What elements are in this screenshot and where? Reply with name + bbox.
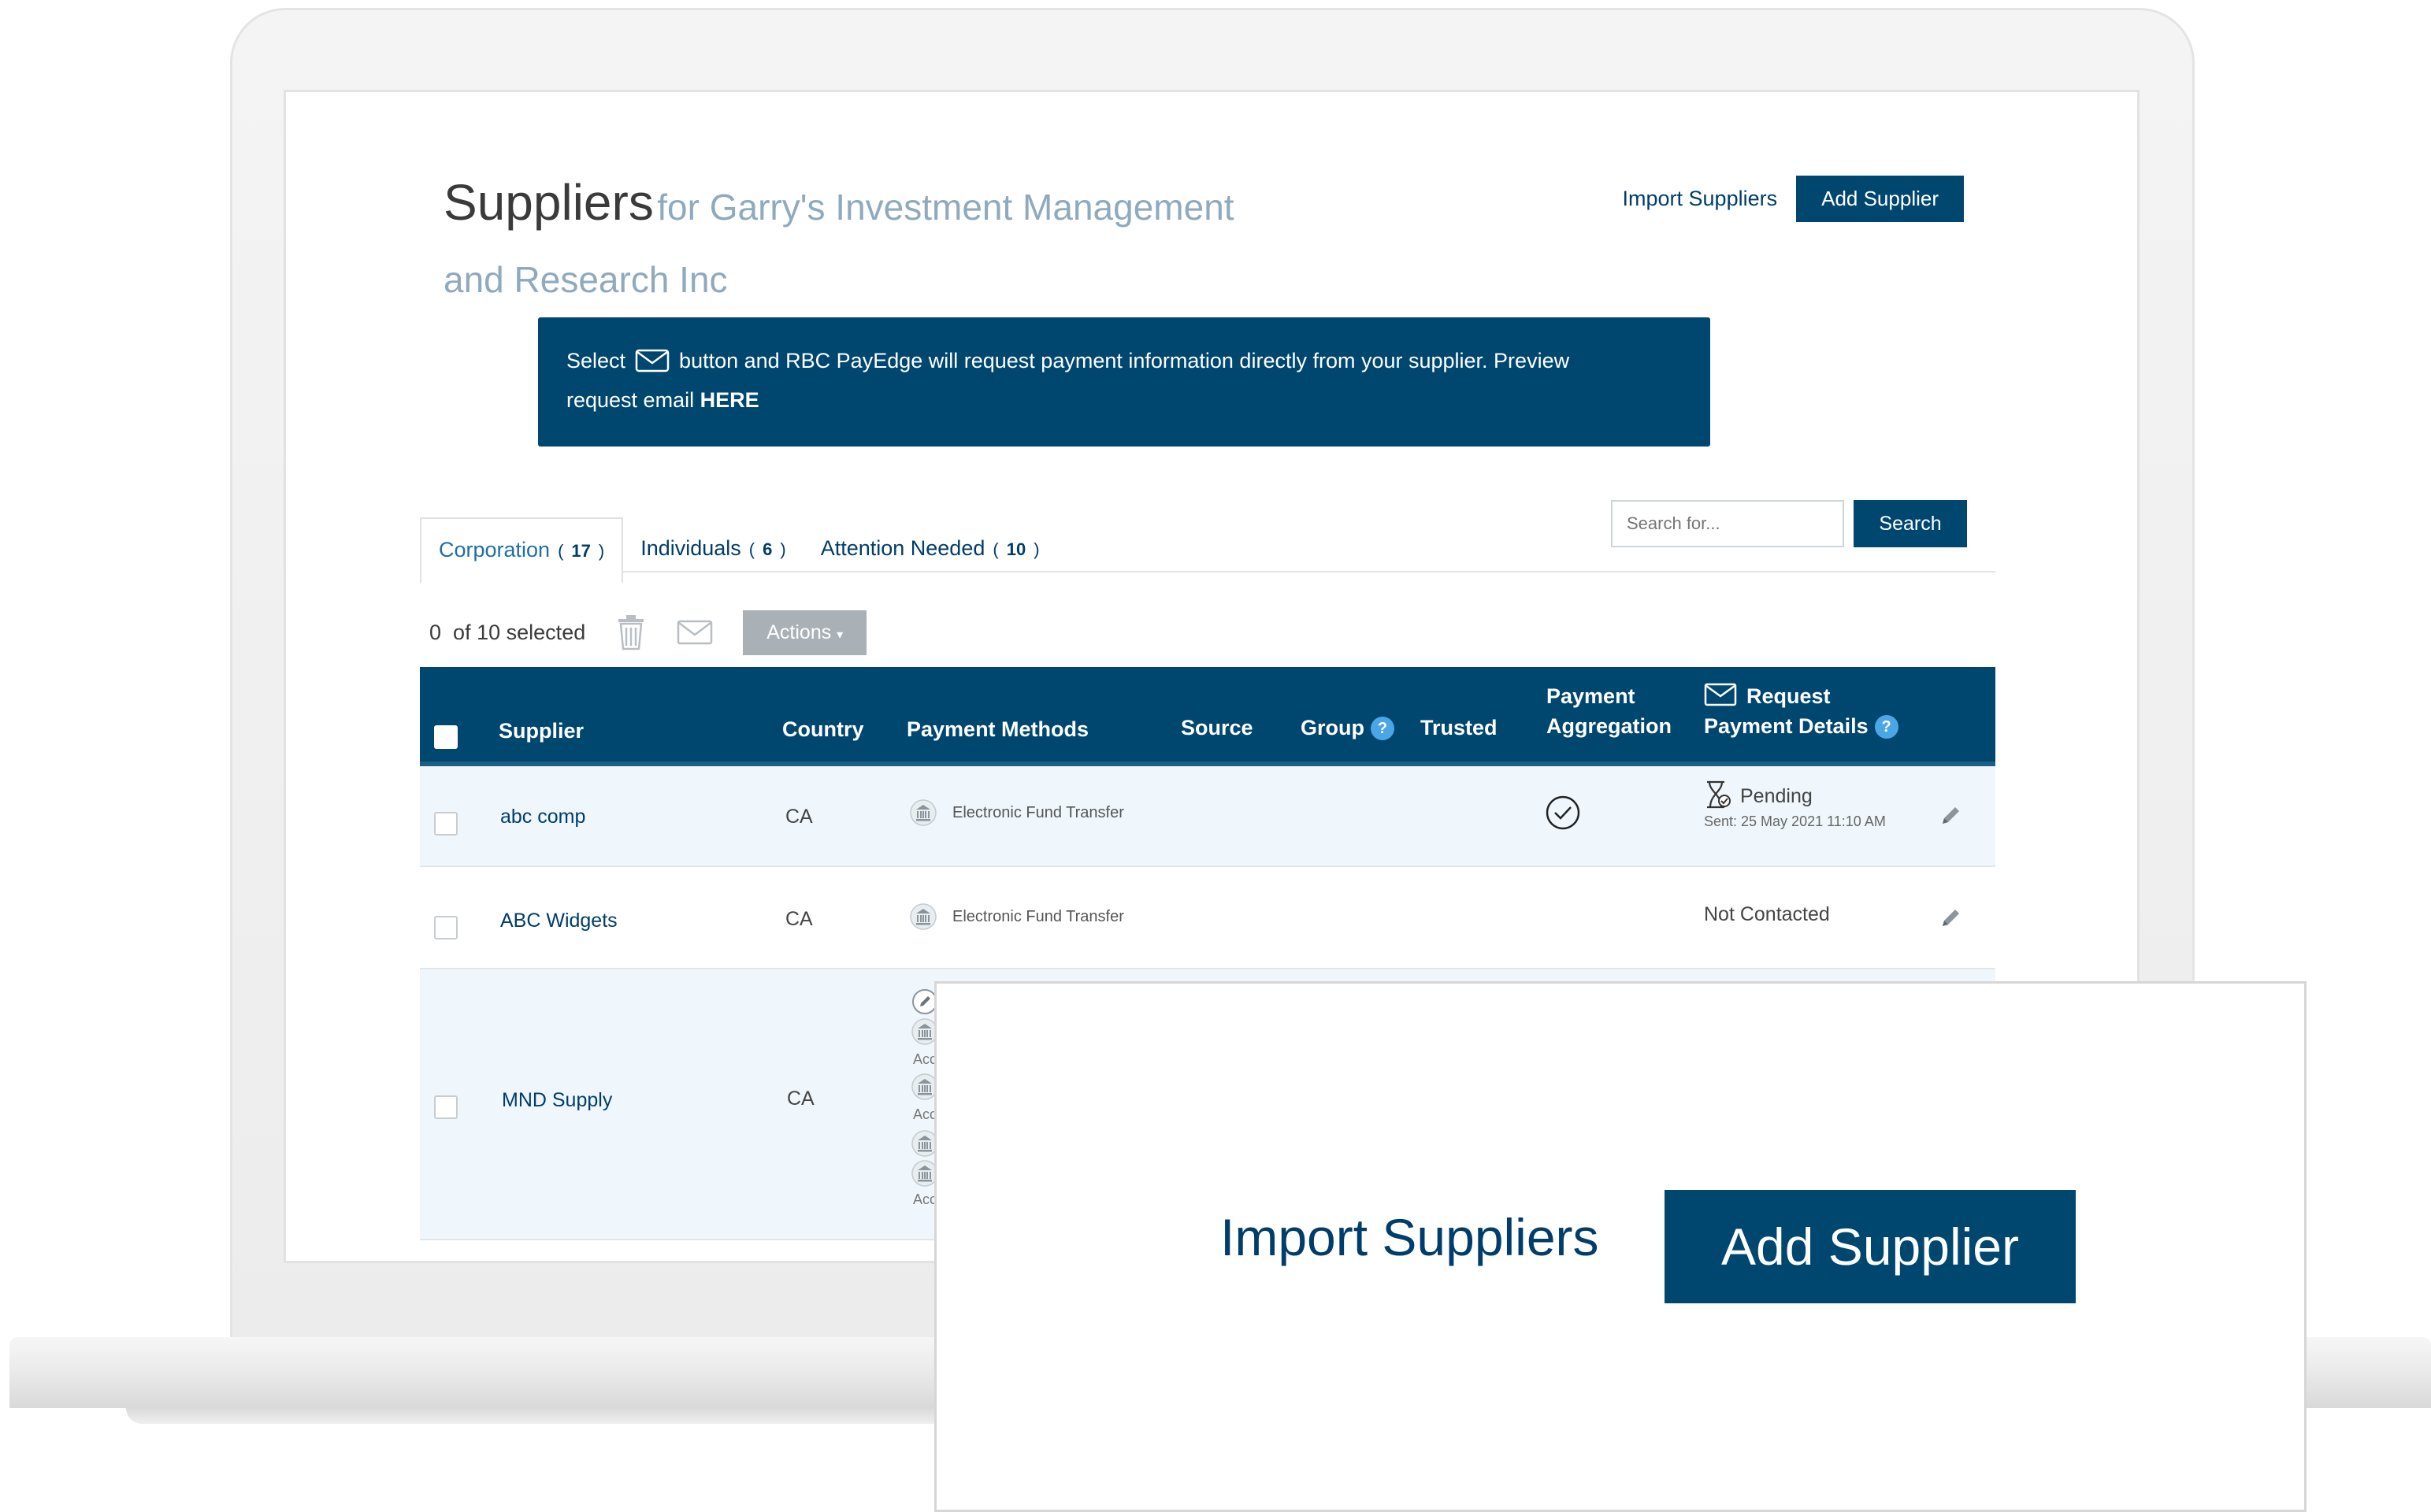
page-title: Suppliers for Garry's Investment Managem… — [444, 171, 1310, 321]
request-status: Pending Sent: 25 May 2021 11:10 AM — [1704, 780, 1886, 832]
tab-count: 17 — [571, 541, 591, 561]
col-request-payment-details[interactable]: Request Payment Details? — [1704, 681, 1898, 741]
banner-text-2: button and RBC PayEdge will request paym… — [679, 349, 1570, 372]
check-circle-icon — [1546, 795, 1580, 830]
payment-method: Electronic Fund Transfer — [910, 799, 1124, 826]
payment-method-label: Electronic Fund Transfer — [952, 803, 1124, 821]
page-title-main: Suppliers — [444, 174, 654, 231]
bank-icon — [910, 903, 937, 930]
col-payment-aggregation[interactable]: Payment Aggregation — [1546, 681, 1672, 741]
selected-suffix: selected — [506, 620, 586, 644]
row-checkbox[interactable] — [434, 916, 458, 939]
col-trusted[interactable]: Trusted — [1420, 713, 1498, 743]
payment-method: Electronic Fund Transfer — [910, 903, 1124, 930]
payment-method-label: Electronic Fund Transfer — [952, 907, 1124, 925]
supplier-tabs: Corporation(17) Individuals(6) Attention… — [420, 517, 1057, 584]
tab-count: 6 — [763, 539, 773, 559]
account-label: Acc — [913, 1106, 937, 1122]
page-title-company-line2: and Research Inc — [444, 259, 728, 300]
help-icon[interactable]: ? — [1371, 717, 1394, 740]
tab-attention-needed[interactable]: Attention Needed(10) — [804, 517, 1057, 584]
envelope-icon[interactable] — [677, 619, 713, 646]
col-request-line1: Request — [1746, 684, 1831, 708]
table-header: Supplier Country Payment Methods Source … — [420, 667, 1995, 766]
select-all-checkbox[interactable] — [434, 725, 458, 749]
help-icon[interactable]: ? — [1874, 715, 1898, 739]
actions-label: Actions — [766, 621, 832, 643]
header-actions: Import Suppliers Add Supplier — [1623, 176, 1964, 222]
zoom-add-supplier-button[interactable]: Add Supplier — [1665, 1190, 2076, 1303]
actions-dropdown[interactable]: Actions ▾ — [743, 610, 867, 655]
selected-count: 0 — [429, 620, 442, 644]
import-suppliers-link[interactable]: Import Suppliers — [1623, 187, 1778, 211]
envelope-icon — [635, 349, 670, 372]
country: CA — [785, 806, 813, 828]
tab-individuals[interactable]: Individuals(6) — [623, 517, 803, 584]
country: CA — [785, 908, 813, 930]
search-input[interactable] — [1611, 500, 1844, 547]
info-banner: Select button and RBC PayEdge will reques… — [538, 317, 1710, 447]
status-pending: Pending — [1740, 785, 1813, 807]
table-row[interactable]: ABC Widgets CA Electronic Fund Transfer … — [420, 867, 1995, 969]
col-aggregation-line1: Payment — [1546, 684, 1635, 708]
hourglass-icon — [1707, 780, 1731, 809]
selection-bar: 0 of 10 selected Actions ▾ — [429, 609, 867, 656]
col-aggregation-line2: Aggregation — [1546, 714, 1672, 738]
supplier-name-link[interactable]: ABC Widgets — [500, 910, 618, 932]
supplier-name-link[interactable]: MND Supply — [502, 1089, 612, 1112]
tab-label: Corporation — [439, 538, 551, 561]
banner-text-3: request email — [566, 388, 695, 412]
edit-pencil-icon[interactable] — [1939, 804, 1962, 828]
supplier-name-link[interactable]: abc comp — [500, 806, 585, 828]
preview-email-link[interactable]: HERE — [700, 388, 759, 412]
trash-icon[interactable] — [615, 614, 647, 650]
col-group[interactable]: Group? — [1301, 713, 1394, 743]
zoom-callout: Import Suppliers Add Supplier — [934, 981, 2307, 1512]
col-supplier[interactable]: Supplier — [499, 716, 584, 746]
col-group-label: Group — [1301, 716, 1364, 739]
status-not-contacted: Not Contacted — [1704, 903, 1830, 925]
tab-count: 10 — [1006, 539, 1026, 559]
row-checkbox[interactable] — [434, 812, 458, 836]
row-checkbox[interactable] — [434, 1095, 458, 1119]
col-payment-methods[interactable]: Payment Methods — [907, 714, 1089, 744]
bank-icon — [910, 799, 937, 826]
account-label: Acc — [913, 1191, 937, 1207]
col-source[interactable]: Source — [1181, 713, 1253, 743]
sent-timestamp: Sent: 25 May 2021 11:10 AM — [1704, 813, 1886, 829]
selected-of: of — [453, 620, 471, 644]
country: CA — [787, 1088, 815, 1110]
tab-label: Individuals — [640, 536, 741, 560]
table-row[interactable]: abc comp CA Electronic Fund Transfer Pen… — [420, 766, 1995, 867]
account-label: Acc — [913, 1051, 937, 1067]
zoom-import-suppliers-link[interactable]: Import Suppliers — [1220, 1207, 1599, 1267]
col-country[interactable]: Country — [782, 714, 864, 744]
col-request-line2: Payment Details — [1704, 714, 1869, 738]
search-button[interactable]: Search — [1854, 500, 1967, 547]
tab-label: Attention Needed — [820, 536, 985, 560]
envelope-icon — [1704, 683, 1737, 706]
edit-pencil-icon[interactable] — [1939, 906, 1962, 930]
caret-down-icon: ▾ — [837, 628, 844, 642]
banner-text-1: Select — [566, 349, 626, 372]
add-supplier-button[interactable]: Add Supplier — [1796, 176, 1964, 222]
selected-total: 10 — [477, 620, 501, 644]
tab-corporation[interactable]: Corporation(17) — [420, 517, 624, 584]
page-title-company: for Garry's Investment Management — [657, 187, 1234, 228]
